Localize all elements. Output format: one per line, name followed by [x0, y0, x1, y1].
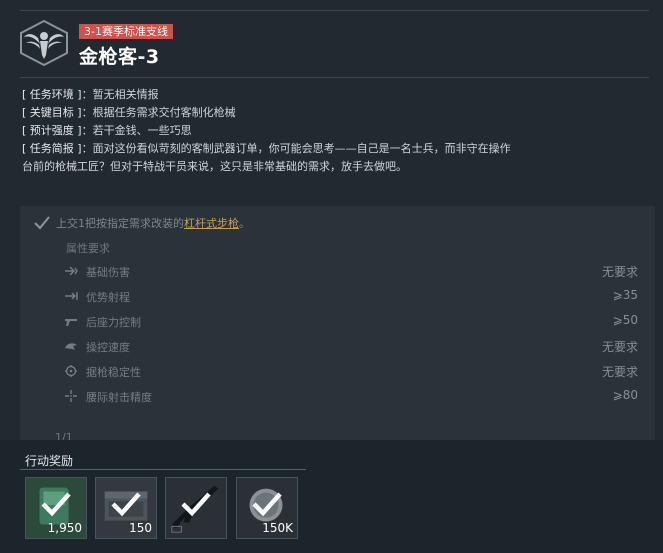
objective-panel: 上交1把按指定需求改装的杠杆式步枪。 属性要求 基础伤害 无要求 优势射程 ⩾3…: [20, 206, 655, 451]
objective-text: 上交1把按指定需求改装的杠杆式步枪。: [56, 217, 250, 230]
reward-slot-rifle[interactable]: [165, 477, 227, 539]
lever-rifle-link[interactable]: 杠杆式步枪: [184, 217, 239, 230]
info-briefing-continuation: 台前的枪械工匠？但对于特战干员来说，这只是非常基础的需求，放手去做吧。: [22, 160, 407, 173]
season-badge: 3-1赛季标准支线: [79, 24, 173, 39]
requirements-title: 属性要求: [66, 242, 110, 255]
reward-slot-ammo-crate[interactable]: 150: [95, 477, 157, 539]
claimed-check-icon: [41, 492, 71, 517]
reward-slot-currency[interactable]: 150K: [236, 477, 298, 539]
rewards-divider: [20, 469, 306, 470]
attribute-row-range: 优势射程 ⩾35: [64, 287, 638, 307]
claimed-check-icon: [252, 492, 282, 517]
range-icon: [65, 292, 78, 300]
claimed-check-icon: [181, 492, 211, 517]
reward-amount: 150K: [262, 521, 293, 535]
reward-slot-experience[interactable]: 1,950: [25, 477, 87, 539]
damage-icon: [65, 266, 78, 276]
attribute-row-recoil: 后座力控制 ⩾50: [64, 312, 638, 332]
mission-title: 金枪客-3: [79, 46, 160, 68]
info-row-key-target: [ 关键目标 ]：根据任务需求交付客制化枪械: [22, 106, 236, 119]
hipfire-icon: [65, 390, 77, 402]
claimed-check-icon: [111, 492, 141, 517]
check-icon: [34, 216, 50, 230]
attribute-row-handling: 操控速度 无要求: [64, 337, 638, 357]
handling-icon: [65, 343, 77, 350]
top-divider: [20, 10, 649, 11]
reward-amount: 150: [129, 521, 152, 535]
eagle-emblem-icon: [20, 19, 68, 67]
info-row-briefing: [ 任务简报 ]：面对这份看似苛刻的客制武器订单，你可能会思考——自己是一名士兵…: [22, 142, 511, 155]
info-row-intensity: [ 预计强度 ]：若干金钱、一些巧思: [22, 124, 192, 137]
title-divider: [20, 77, 649, 78]
mission-info: [ 任务环境 ]：暂无相关情报 [ 关键目标 ]：根据任务需求交付客制化枪械 […: [22, 86, 562, 176]
rewards-title: 行动奖励: [25, 454, 74, 468]
stability-icon: [65, 365, 77, 377]
info-row-environment: [ 任务环境 ]：暂无相关情报: [22, 88, 159, 101]
attribute-row-damage: 基础伤害 无要求: [64, 262, 638, 282]
attribute-row-hipfire: 腰际射击精度 ⩾80: [64, 387, 638, 407]
attribute-row-stability: 据枪稳定性 无要求: [64, 362, 638, 382]
reward-amount: 1,950: [47, 521, 82, 535]
recoil-icon: [65, 319, 77, 326]
